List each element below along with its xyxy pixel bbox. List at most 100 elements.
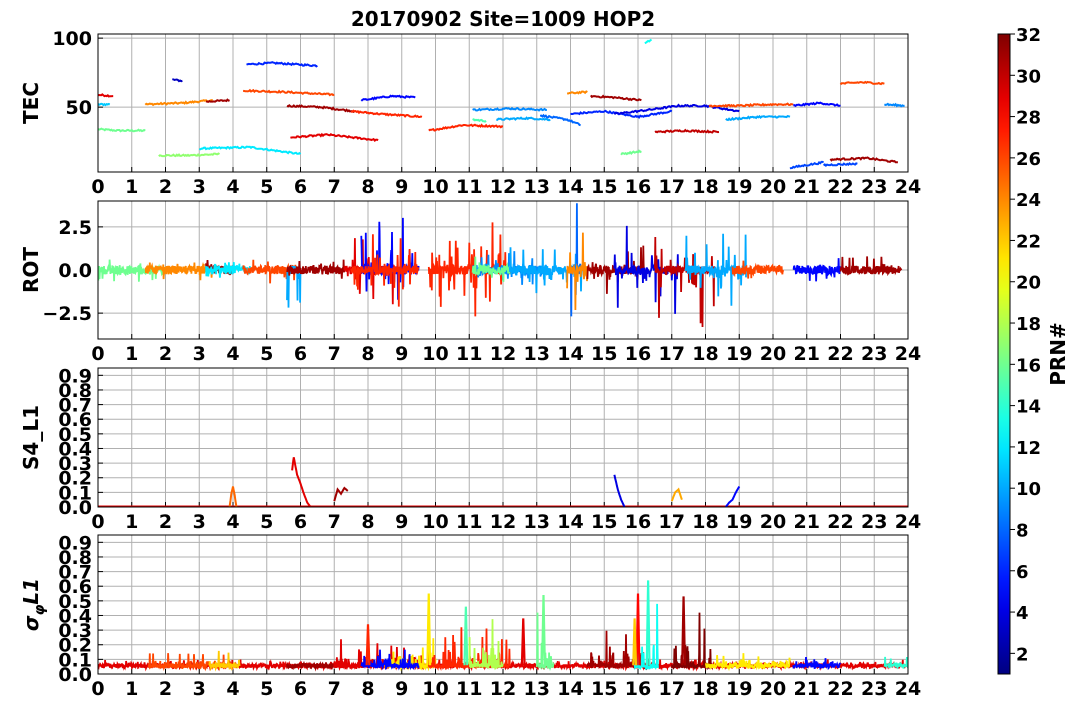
series-prn-26 xyxy=(243,88,335,97)
x-tick-label: 1 xyxy=(125,343,138,365)
plot-area xyxy=(98,203,903,328)
series-prn-4 xyxy=(613,474,626,507)
series-prn-13 xyxy=(644,38,653,45)
x-tick-label: 15 xyxy=(591,678,617,700)
x-tick-label: 14 xyxy=(557,343,583,365)
x-tick-label: 20 xyxy=(760,176,786,198)
spike-prn-31 xyxy=(681,596,687,666)
y-axis-label-tail: L1 xyxy=(19,578,43,605)
series-prn-29 xyxy=(291,457,312,507)
x-tick-label: 1 xyxy=(125,511,138,533)
x-tick-label: 2 xyxy=(159,678,172,700)
colorbar-tick-label: 32 xyxy=(1016,25,1041,46)
spike-prn-14 xyxy=(645,580,651,666)
x-tick-label: 19 xyxy=(726,343,752,365)
x-tick-label: 21 xyxy=(794,678,820,700)
colorbar-tick-label: 28 xyxy=(1016,108,1041,129)
colorbar-tick-label: 22 xyxy=(1016,231,1041,252)
series-prn-9 xyxy=(883,102,905,108)
y-tick-label: 0.0 xyxy=(58,260,92,282)
x-tick-label: 0 xyxy=(91,678,104,700)
y-tick-label: 0.9 xyxy=(58,365,92,387)
y-tick-label: 0.9 xyxy=(58,532,92,554)
series-prn-3 xyxy=(172,78,183,83)
series-prn-8 xyxy=(539,113,581,127)
series-prn-10 xyxy=(496,116,551,122)
series-prn-27 xyxy=(428,123,504,132)
x-tick-label: 7 xyxy=(328,343,341,365)
x-tick-label: 12 xyxy=(490,176,516,198)
x-tick-label: 22 xyxy=(827,343,853,365)
colorbar-tick-label: 18 xyxy=(1016,314,1041,335)
series-prn-11 xyxy=(98,102,111,107)
series-prn-7 xyxy=(823,162,858,167)
colorbar-tick-label: 20 xyxy=(1016,273,1041,294)
x-tick-label: 24 xyxy=(895,343,921,365)
x-tick-label: 15 xyxy=(591,176,617,198)
series-prn-30 xyxy=(654,128,720,134)
subplot-1: 0 1 2 3 4 5 6 7 8 9 10 11 12 13 14 15 16 17 18 19 20 21 22 23 24… xyxy=(19,28,921,198)
x-tick-label: 17 xyxy=(659,343,685,365)
x-tick-label: 23 xyxy=(861,343,887,365)
x-tick-label: 13 xyxy=(524,678,550,700)
x-tick-label: 20 xyxy=(760,343,786,365)
x-tick-label: 2 xyxy=(159,343,172,365)
x-tick-label: 4 xyxy=(226,678,239,700)
series-prn-24 xyxy=(144,99,213,107)
x-tick-label: 16 xyxy=(625,176,651,198)
colorbar-tick-label: 30 xyxy=(1016,66,1041,87)
x-tick-label: 1 xyxy=(125,176,138,198)
y-tick-label: 50 xyxy=(66,97,92,119)
series-prn-10 xyxy=(725,114,791,122)
subplot-2: 0 1 2 3 4 5 6 7 8 9 10 11 12 13 14 15 16 17 18 19 20 21 22 23 24… xyxy=(19,200,921,365)
figure-canvas: 20170902 Site=1009 HOP2 0 1 2 3 4 5 6 7 8 9 10 11 12… xyxy=(19,7,1070,700)
x-tick-label: 3 xyxy=(193,343,206,365)
colorbar-tick-label: 16 xyxy=(1016,355,1041,376)
x-tick-label: 18 xyxy=(692,678,718,700)
x-tick-label: 19 xyxy=(726,176,752,198)
x-tick-label: 2 xyxy=(159,176,172,198)
series-prn-5 xyxy=(360,94,416,102)
x-tick-label: 14 xyxy=(557,511,583,533)
y-axis-label: σφL1 xyxy=(19,578,48,631)
x-tick-label: 16 xyxy=(625,511,651,533)
x-tick-label: 3 xyxy=(193,678,206,700)
x-tick-label: 11 xyxy=(456,511,482,533)
x-tick-label: 19 xyxy=(726,678,752,700)
x-tick-label: 10 xyxy=(422,176,448,198)
x-tick-label: 20 xyxy=(760,678,786,700)
x-tick-label: 15 xyxy=(591,511,617,533)
x-tick-label: 21 xyxy=(794,343,820,365)
x-tick-label: 14 xyxy=(557,678,583,700)
plot-area xyxy=(98,38,905,170)
x-tick-label: 11 xyxy=(456,678,482,700)
x-tick-label: 22 xyxy=(827,511,853,533)
x-tick-label: 3 xyxy=(193,511,206,533)
x-tick-label: 12 xyxy=(490,343,516,365)
colorbar-tick-label: 14 xyxy=(1016,397,1041,418)
x-tick-label: 5 xyxy=(260,176,273,198)
colorbar-tick-label: 4 xyxy=(1016,603,1029,624)
series-prn-29 xyxy=(98,93,114,98)
y-axis-label: TEC xyxy=(19,82,43,124)
subplot-3: 0 1 2 3 4 5 6 7 8 9 10 11 12 13 14 15 16 17 18 19 20 21 22 23 24… xyxy=(19,365,921,533)
series-prn-15 xyxy=(472,118,487,123)
x-tick-label: 4 xyxy=(226,511,239,533)
colorbar: 2468101214161820222426283032PRN# xyxy=(997,25,1070,675)
y-axis-label-main: σ xyxy=(19,615,43,631)
series-prn-14 xyxy=(883,656,908,670)
x-tick-label: 12 xyxy=(490,678,516,700)
x-tick-label: 10 xyxy=(422,678,448,700)
x-tick-label: 16 xyxy=(625,678,651,700)
figure: 20170902 Site=1009 HOP2 0 1 2 3 4 5 6 7 8 9 10 11 12… xyxy=(0,0,1077,709)
x-tick-label: 13 xyxy=(524,511,550,533)
x-tick-label: 17 xyxy=(659,678,685,700)
x-tick-label: 17 xyxy=(659,511,685,533)
x-tick-label: 21 xyxy=(794,176,820,198)
x-tick-label: 3 xyxy=(193,176,206,198)
y-axis-label: S4_L1 xyxy=(19,405,43,470)
colorbar-tick-label: 8 xyxy=(1016,520,1029,541)
x-tick-label: 24 xyxy=(895,678,921,700)
x-tick-label: 4 xyxy=(226,343,239,365)
chart-title: 20170902 Site=1009 HOP2 xyxy=(351,7,655,31)
